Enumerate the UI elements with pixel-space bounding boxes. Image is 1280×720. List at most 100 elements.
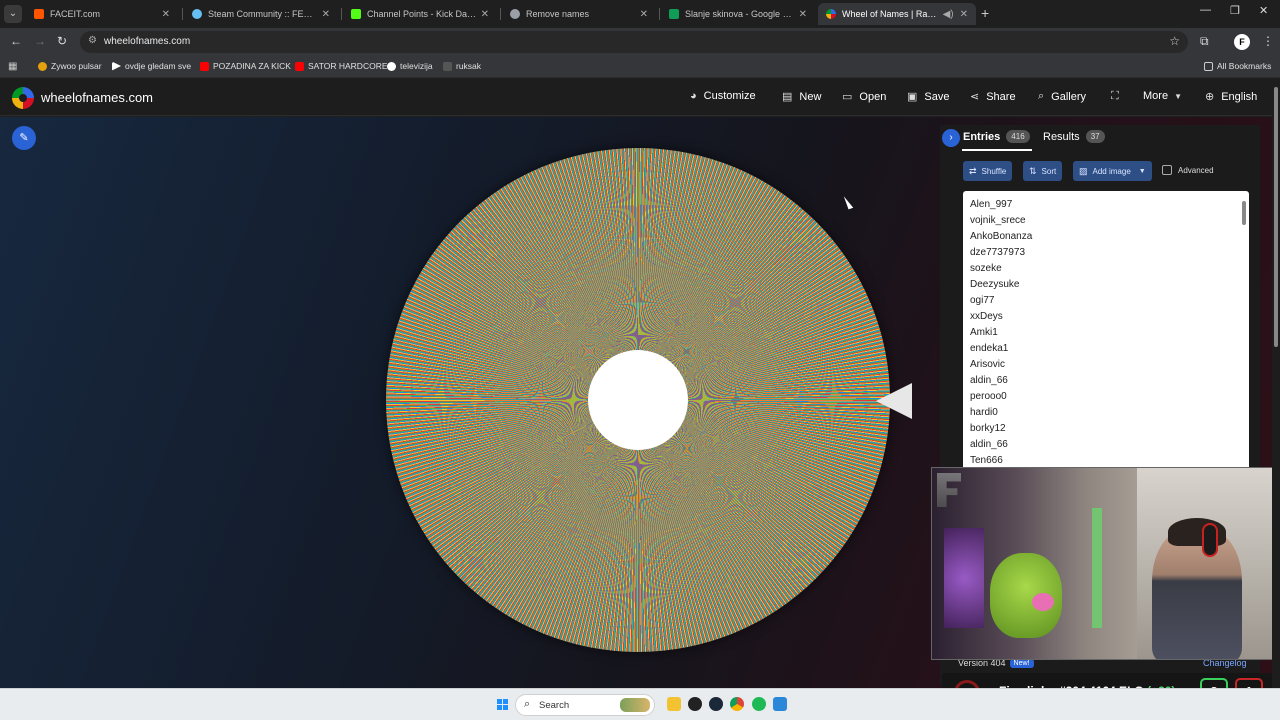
- streamer: [1152, 528, 1242, 659]
- apps-grid-icon[interactable]: ▦: [8, 61, 17, 72]
- list-item: Deezysuke: [970, 279, 1020, 290]
- list-item: Alen_997: [970, 199, 1013, 210]
- profile-avatar[interactable]: F: [1234, 34, 1250, 50]
- youtube-icon: [200, 61, 209, 71]
- image-icon: ▨: [1079, 165, 1088, 176]
- all-bookmarks-button[interactable]: All Bookmarks: [1204, 61, 1271, 71]
- wheel-center-hub[interactable]: [588, 350, 688, 450]
- browser-tab-remove-names[interactable]: Remove names ✕: [502, 3, 656, 25]
- shuffle-button[interactable]: ⇄ Shuffle: [963, 161, 1013, 181]
- language-button[interactable]: ⊕ English: [1205, 90, 1257, 104]
- file-icon: ▤: [782, 91, 793, 103]
- advanced-checkbox[interactable]: Advanced: [1162, 165, 1214, 175]
- list-item: ogi77: [970, 295, 995, 306]
- shuffle-icon: ⇄: [969, 165, 977, 176]
- steam-icon[interactable]: [709, 697, 723, 711]
- close-icon[interactable]: ✕: [162, 9, 170, 20]
- app-icon[interactable]: [773, 697, 787, 711]
- wheel-pointer-icon: [876, 383, 912, 419]
- edit-pencil-icon[interactable]: ✎: [12, 126, 36, 150]
- google-icon: [387, 61, 396, 71]
- bookmark-star-icon[interactable]: ☆: [1169, 34, 1180, 48]
- new-tab-button[interactable]: +: [981, 5, 989, 21]
- site-info-icon[interactable]: ⚙: [88, 35, 97, 46]
- list-item: aldin_66: [970, 375, 1008, 386]
- tab-entries[interactable]: Entries 416: [963, 130, 1030, 143]
- tab-results[interactable]: Results 37: [1043, 130, 1105, 143]
- sort-button[interactable]: ⇅ Sort: [1023, 161, 1063, 181]
- bookmark-pozadina-za-kick[interactable]: POZADINA ZA KICK: [200, 61, 291, 71]
- checkbox-icon[interactable]: [1162, 165, 1172, 175]
- save-icon: ▣: [907, 91, 918, 103]
- browser-tab-faceit[interactable]: FACEIT.com ✕: [26, 3, 178, 25]
- bookmark-zywoo-pulsar[interactable]: Zywoo pulsar: [38, 61, 102, 71]
- tab-title: Steam Community :: FENIX: [208, 9, 318, 19]
- save-button[interactable]: ▣ Save: [907, 90, 949, 104]
- bookmark-ovdje-gledam-sve[interactable]: ovdje gledam sve: [112, 61, 191, 71]
- browser-tab-wheel-of-names[interactable]: Wheel of Names | Random ◀) ✕: [818, 3, 976, 25]
- globe-icon: ⊕: [1205, 91, 1215, 103]
- extensions-icon[interactable]: ⧉: [1200, 34, 1209, 49]
- spotify-icon[interactable]: [752, 697, 766, 711]
- chrome-icon[interactable]: [730, 697, 744, 711]
- chevron-down-icon: ▼: [1174, 91, 1182, 101]
- gallery-button[interactable]: ⌕ Gallery: [1038, 90, 1086, 103]
- bookmark-sator-hardcore[interactable]: SATOR HARDCORE: [295, 61, 388, 71]
- folder-icon: [1204, 61, 1213, 71]
- back-icon[interactable]: ←: [10, 34, 22, 48]
- speaker-icon[interactable]: ◀): [943, 9, 954, 20]
- customize-button[interactable]: ◕ Customize: [690, 90, 756, 102]
- browser-tab-kick[interactable]: Channel Points - Kick Dashboard ✕: [343, 3, 497, 25]
- sort-icon: ⇅: [1029, 165, 1037, 176]
- new-button[interactable]: ▤ New: [782, 90, 821, 104]
- tab-search-button[interactable]: ⌄: [4, 5, 22, 23]
- tab-title: Remove names: [526, 9, 590, 19]
- list-item: dze7737973: [970, 247, 1026, 258]
- wheel-logo-icon[interactable]: [12, 87, 34, 109]
- browser-tab-steam[interactable]: Steam Community :: FENIX ✕: [184, 3, 338, 25]
- close-icon[interactable]: ✕: [481, 9, 489, 20]
- close-icon[interactable]: ✕: [960, 9, 968, 20]
- obs-icon[interactable]: [688, 697, 702, 711]
- entries-textarea[interactable]: Alen_997 vojnik_srece AnkoBonanza dze773…: [963, 191, 1249, 471]
- bookmark-ruksak[interactable]: ruksak: [443, 61, 481, 71]
- list-item: aldin_66: [970, 439, 1008, 450]
- windows-start-icon[interactable]: [497, 699, 508, 710]
- forward-icon[interactable]: →: [34, 34, 46, 48]
- browser-menu-icon[interactable]: ⋮: [1262, 34, 1274, 48]
- site-brand[interactable]: wheelofnames.com: [41, 90, 153, 105]
- close-icon[interactable]: ✕: [640, 9, 648, 20]
- url-text[interactable]: wheelofnames.com: [104, 36, 190, 47]
- toolbar: ← → ↻ ⚙ wheelofnames.com ☆ ⧉ ⋮: [0, 28, 1280, 56]
- share-button[interactable]: ⋖ Share: [970, 90, 1016, 104]
- active-tab-indicator: [962, 149, 1032, 151]
- page-scroll-thumb[interactable]: [1274, 87, 1278, 347]
- taskbar-search[interactable]: ⌕ Search: [515, 694, 655, 716]
- window-close-icon[interactable]: ✕: [1259, 4, 1268, 17]
- list-item: xxDeys: [970, 311, 1003, 322]
- close-icon[interactable]: ✕: [799, 9, 807, 20]
- bookmark-televizija[interactable]: televizija: [387, 61, 433, 71]
- fullscreen-button[interactable]: ⛶: [1111, 90, 1126, 103]
- close-icon[interactable]: ✕: [322, 9, 330, 20]
- minimize-icon[interactable]: —: [1200, 4, 1211, 16]
- collapse-sidebar-icon[interactable]: ›: [942, 129, 960, 147]
- browser-tab-sheets[interactable]: Slanje skinova - Google Sheets ✕: [661, 3, 815, 25]
- windows-taskbar: ⌕ Search: [0, 688, 1280, 720]
- open-button[interactable]: ▭ Open: [842, 90, 886, 104]
- restore-icon[interactable]: ❐: [1230, 4, 1240, 17]
- add-image-button[interactable]: ▨ Add image ▼: [1073, 161, 1152, 181]
- page-scrollbar[interactable]: [1272, 79, 1280, 688]
- entries-scrollbar[interactable]: [1242, 201, 1246, 225]
- file-explorer-icon[interactable]: [667, 697, 681, 711]
- tab-title: FACEIT.com: [50, 9, 101, 19]
- list-item: perooo0: [970, 391, 1007, 402]
- list-item: sozeke: [970, 263, 1002, 274]
- channel-logo-icon: [937, 473, 961, 507]
- reload-icon[interactable]: ↻: [57, 34, 67, 48]
- wheel-favicon-icon: [826, 9, 836, 19]
- tab-title: Slanje skinova - Google Sheets: [685, 9, 795, 19]
- address-bar[interactable]: ⚙ wheelofnames.com ☆: [80, 31, 1188, 53]
- bookmarks-bar: ▦ Zywoo pulsar ovdje gledam sve POZADINA…: [0, 56, 1280, 78]
- more-button[interactable]: More ▼: [1143, 90, 1182, 102]
